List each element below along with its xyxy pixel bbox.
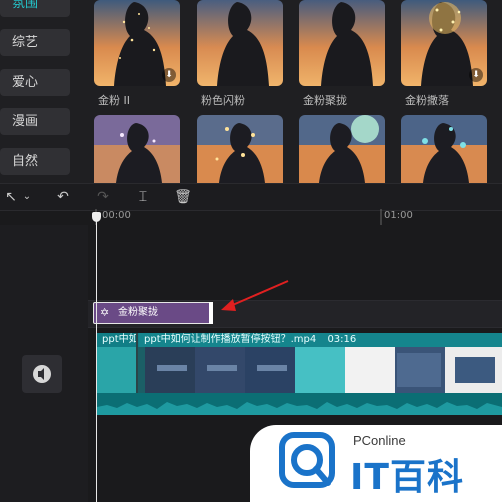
effect-preview-image bbox=[197, 115, 283, 183]
video-thumbnails bbox=[97, 347, 502, 393]
track-header-panel bbox=[0, 225, 88, 502]
playhead-line[interactable] bbox=[96, 217, 97, 502]
effect-thumbnail[interactable] bbox=[401, 115, 487, 183]
effect-thumbnail-gold-gather[interactable] bbox=[299, 0, 385, 86]
video-clip-2-title: ppt中如何让制作播放暂停按钮？.mp4 bbox=[144, 334, 317, 345]
video-clip-2-header: ppt中如何让制作播放暂停按钮？.mp4 03:16 bbox=[139, 333, 502, 347]
effect-thumbnail[interactable] bbox=[299, 115, 385, 183]
speaker-icon bbox=[33, 365, 51, 383]
watermark-logo: PConline IT百科 bbox=[250, 425, 502, 502]
effects-panel: 氛围 综艺 爱心 漫画 自然 ⬇ ⬇ 金粉 II 粉色闪粉 金粉聚拢 金粉撒落 bbox=[0, 0, 502, 183]
effect-thumbnail-gold-fall[interactable]: ⬇ bbox=[401, 0, 487, 86]
sidebar-item-heart[interactable]: 爱心 bbox=[0, 69, 70, 96]
effect-clip-label: 金粉聚拢 bbox=[118, 307, 158, 318]
watermark-brand-big: IT百科 bbox=[350, 457, 464, 498]
chevron-down-icon[interactable]: ⌄ bbox=[18, 188, 36, 206]
split-icon[interactable]: ⌶ bbox=[134, 188, 152, 206]
ruler-time-start: 00:00 bbox=[102, 210, 131, 221]
effect-label: 金粉撒落 bbox=[405, 94, 449, 107]
effect-clip-gold-gather[interactable]: ✡ 金粉聚拢 bbox=[93, 302, 213, 324]
undo-icon[interactable]: ↶ bbox=[54, 188, 72, 206]
download-icon[interactable]: ⬇ bbox=[469, 68, 483, 82]
effect-label: 金粉 II bbox=[98, 94, 130, 107]
timeline-toolbar: ↖ ⌄ ↶ ↷ ⌶ 🗑 bbox=[0, 183, 502, 211]
effect-preview-image bbox=[94, 115, 180, 183]
magnifier-logo-icon bbox=[279, 432, 335, 488]
video-frames-image bbox=[97, 347, 502, 393]
ruler-ticks bbox=[95, 209, 382, 225]
effect-thumbnail-pink-glitter[interactable] bbox=[197, 0, 283, 86]
ruler-time-mark: 01:00 bbox=[384, 210, 413, 221]
redo-icon[interactable]: ↷ bbox=[94, 188, 112, 206]
effect-thumbnail[interactable] bbox=[197, 115, 283, 183]
track-audio-toggle[interactable] bbox=[22, 355, 62, 393]
playhead-handle[interactable] bbox=[92, 212, 101, 222]
download-icon[interactable]: ⬇ bbox=[162, 68, 176, 82]
effect-star-icon: ✡ bbox=[100, 306, 110, 319]
audio-waveform bbox=[97, 393, 502, 415]
waveform-image bbox=[97, 393, 502, 415]
effects-category-sidebar: 氛围 综艺 爱心 漫画 自然 bbox=[0, 0, 88, 183]
effect-label: 金粉聚拢 bbox=[303, 94, 347, 107]
effect-preview-image bbox=[401, 115, 487, 183]
effect-label: 粉色闪粉 bbox=[201, 94, 245, 107]
watermark-brand-small: PConline bbox=[353, 433, 406, 448]
effect-thumbnail[interactable] bbox=[94, 115, 180, 183]
effect-preview-image bbox=[299, 0, 385, 86]
video-clip-1-title: ppt中如何 bbox=[97, 333, 139, 347]
clip-trim-handle[interactable] bbox=[209, 302, 213, 324]
effect-preview-image bbox=[299, 115, 385, 183]
sidebar-item-ambience[interactable]: 氛围 bbox=[0, 0, 70, 17]
sidebar-item-variety[interactable]: 综艺 bbox=[0, 29, 70, 56]
sidebar-item-nature[interactable]: 自然 bbox=[0, 148, 70, 175]
time-ruler[interactable]: 00:00 01:00 bbox=[0, 209, 502, 225]
sidebar-item-comic[interactable]: 漫画 bbox=[0, 108, 70, 135]
effect-thumbnail-gold-powder-ii[interactable]: ⬇ bbox=[94, 0, 180, 86]
video-clip-2-duration: 03:16 bbox=[327, 334, 357, 345]
effect-preview-image bbox=[197, 0, 283, 86]
delete-icon[interactable]: 🗑 bbox=[174, 188, 192, 206]
